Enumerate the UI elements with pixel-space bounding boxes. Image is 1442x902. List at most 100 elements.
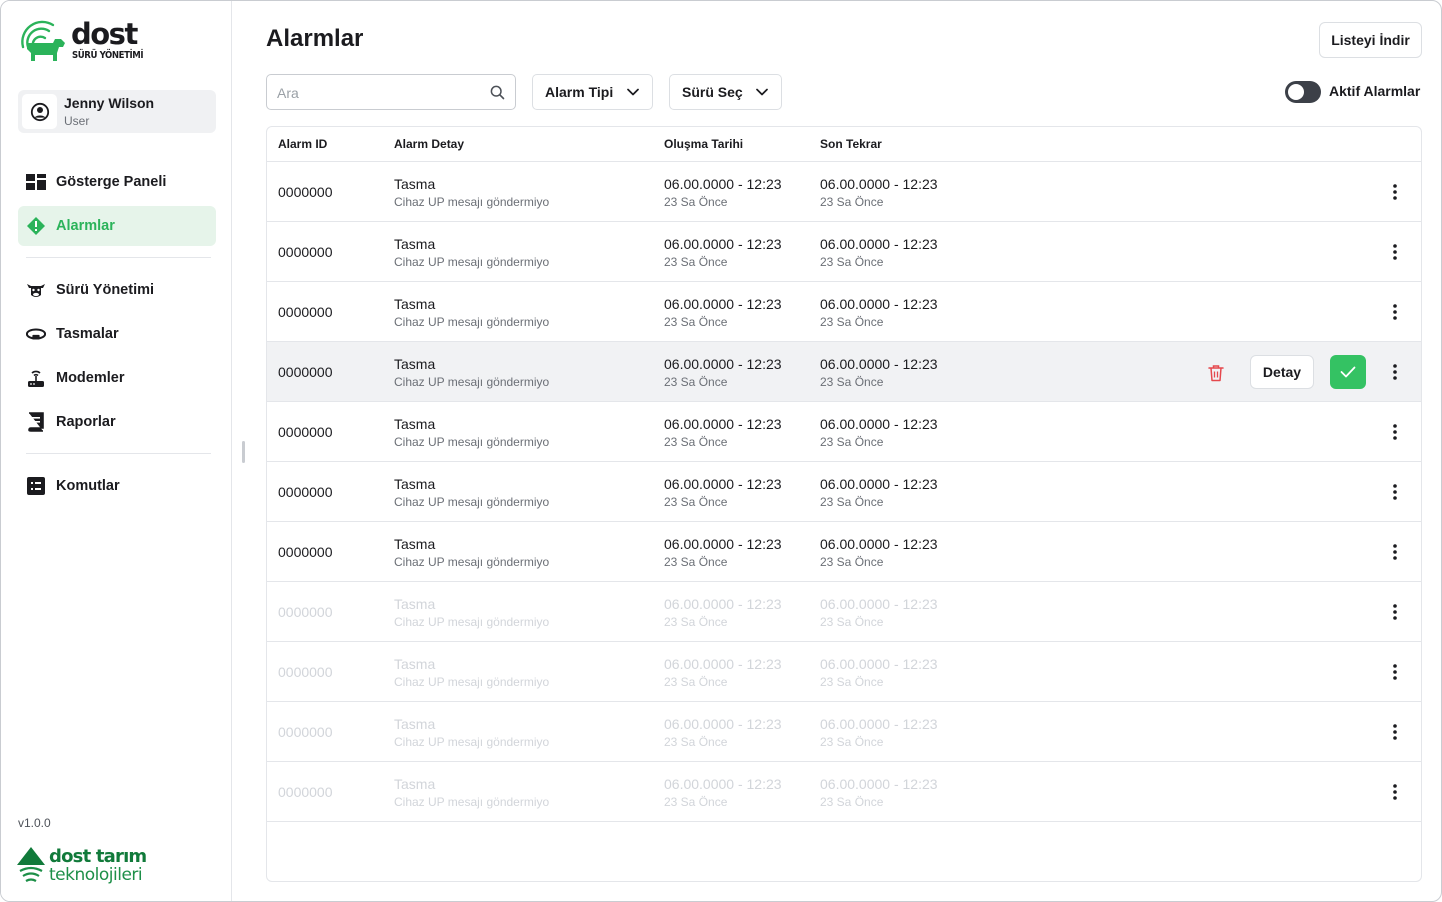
more-options-icon[interactable]: [1385, 182, 1405, 202]
alarm-title-cell: Tasma: [394, 176, 436, 192]
more-options-icon[interactable]: [1385, 482, 1405, 502]
alarm-id-cell: 0000000: [278, 184, 333, 200]
table-row[interactable]: 0000000 Tasma Cihaz UP mesajı göndermiyo 06…: [267, 762, 1421, 822]
nav-label-commands: Komutlar: [56, 478, 120, 494]
alarm-type-dropdown[interactable]: Alarm Tipi: [532, 74, 653, 110]
last-repeat-cell: 06.00.0000 - 12:23: [820, 416, 938, 432]
delete-trash-icon[interactable]: [1205, 362, 1227, 384]
created-ago-cell: 23 Sa Önce: [664, 795, 728, 809]
alarm-type-label: Alarm Tipi: [545, 84, 614, 100]
nav-item-reports[interactable]: Raporlar: [18, 402, 216, 442]
alarm-description-cell: Cihaz UP mesajı göndermiyo: [394, 555, 550, 569]
active-alarms-toggle-group: Aktif Alarmlar: [1285, 81, 1425, 103]
last-repeat-cell: 06.00.0000 - 12:23: [820, 776, 938, 792]
herd-select-dropdown[interactable]: Sürü Seç: [669, 74, 782, 110]
active-alarms-toggle[interactable]: [1285, 81, 1321, 103]
alarm-title-cell: Tasma: [394, 776, 436, 792]
brand-line1: dost tarım: [49, 846, 147, 867]
table-row[interactable]: 0000000 Tasma Cihaz UP mesajı göndermiyo 06…: [267, 402, 1421, 462]
nav-item-dashboard[interactable]: Gösterge Paneli: [18, 162, 216, 202]
created-date-cell: 06.00.0000 - 12:23: [664, 296, 782, 312]
toggle-knob: [1288, 84, 1304, 100]
created-date-cell: 06.00.0000 - 12:23: [664, 656, 782, 672]
more-options-icon[interactable]: [1385, 242, 1405, 262]
app-version: v1.0.0: [18, 816, 51, 830]
more-options-icon[interactable]: [1385, 422, 1405, 442]
created-ago-cell: 23 Sa Önce: [664, 615, 728, 629]
user-avatar-icon: [22, 94, 57, 129]
search-input[interactable]: [277, 83, 477, 103]
last-repeat-ago-cell: 23 Sa Önce: [820, 615, 884, 629]
nav-item-alarms[interactable]: Alarmlar: [18, 206, 216, 246]
resolve-check-button[interactable]: [1330, 355, 1366, 389]
column-header-alarm-detail[interactable]: Alarm Detay: [394, 137, 464, 151]
more-options-icon[interactable]: [1385, 542, 1405, 562]
cow-logo-icon: [21, 20, 65, 61]
table-row[interactable]: 0000000 Tasma Cihaz UP mesajı göndermiyo 06…: [267, 342, 1421, 402]
alarm-title-cell: Tasma: [394, 596, 436, 612]
sidebar-resize-handle[interactable]: [242, 441, 245, 463]
nav-label-modems: Modemler: [56, 370, 125, 386]
alarm-description-cell: Cihaz UP mesajı göndermiyo: [394, 315, 550, 329]
table-row[interactable]: 0000000 Tasma Cihaz UP mesajı göndermiyo 06…: [267, 582, 1421, 642]
table-header: Alarm ID Alarm Detay Oluşma Tarihi Son T…: [267, 127, 1421, 162]
page-title: Alarmlar: [266, 25, 364, 52]
alarm-description-cell: Cihaz UP mesajı göndermiyo: [394, 495, 550, 509]
table-row[interactable]: 0000000 Tasma Cihaz UP mesajı göndermiyo 06…: [267, 522, 1421, 582]
created-ago-cell: 23 Sa Önce: [664, 255, 728, 269]
alarm-diamond-icon: [26, 216, 46, 236]
column-header-alarm-id[interactable]: Alarm ID: [278, 137, 327, 151]
collar-icon: [26, 324, 46, 344]
table-row[interactable]: 0000000 Tasma Cihaz UP mesajı göndermiyo 06…: [267, 702, 1421, 762]
alarm-title-cell: Tasma: [394, 536, 436, 552]
column-header-created-date[interactable]: Oluşma Tarihi: [664, 137, 743, 151]
more-options-icon[interactable]: [1385, 362, 1405, 382]
table-row[interactable]: 0000000 Tasma Cihaz UP mesajı göndermiyo 06…: [267, 282, 1421, 342]
nav-item-modems[interactable]: Modemler: [18, 358, 216, 398]
table-row[interactable]: 0000000 Tasma Cihaz UP mesajı göndermiyo 06…: [267, 642, 1421, 702]
more-options-icon[interactable]: [1385, 782, 1405, 802]
created-ago-cell: 23 Sa Önce: [664, 435, 728, 449]
cow-head-icon: [26, 280, 46, 300]
created-ago-cell: 23 Sa Önce: [664, 315, 728, 329]
alarm-title-cell: Tasma: [394, 416, 436, 432]
report-book-icon: [26, 412, 46, 432]
user-name: Jenny Wilson: [64, 95, 155, 111]
column-header-last-repeat[interactable]: Son Tekrar: [820, 137, 882, 151]
herd-select-label: Sürü Seç: [682, 84, 743, 100]
check-icon: [1340, 366, 1356, 378]
user-card[interactable]: Jenny Wilson User: [18, 90, 216, 133]
created-date-cell: 06.00.0000 - 12:23: [664, 776, 782, 792]
nav-item-commands[interactable]: Komutlar: [18, 466, 216, 506]
nav-label-collars: Tasmalar: [56, 326, 119, 342]
created-date-cell: 06.00.0000 - 12:23: [664, 476, 782, 492]
last-repeat-cell: 06.00.0000 - 12:23: [820, 716, 938, 732]
nav-label-alarms: Alarmlar: [56, 218, 115, 234]
nav-item-herd[interactable]: Sürü Yönetimi: [18, 270, 216, 310]
alarm-title-cell: Tasma: [394, 356, 436, 372]
search-icon[interactable]: [490, 85, 505, 105]
table-row[interactable]: 0000000 Tasma Cihaz UP mesajı göndermiyo 06…: [267, 222, 1421, 282]
alarm-description-cell: Cihaz UP mesajı göndermiyo: [394, 795, 550, 809]
alarm-id-cell: 0000000: [278, 364, 333, 380]
app-window: dost SÜRÜ YÖNETİMİ Jenny Wilson User Gös…: [0, 0, 1442, 902]
chevron-down-icon: [755, 85, 769, 102]
sidebar: dost SÜRÜ YÖNETİMİ Jenny Wilson User Gös…: [1, 1, 232, 901]
download-list-button[interactable]: Listeyi İndir: [1319, 22, 1422, 58]
logo-subtitle: SÜRÜ YÖNETİMİ: [72, 50, 144, 61]
more-options-icon[interactable]: [1385, 662, 1405, 682]
more-options-icon[interactable]: [1385, 722, 1405, 742]
created-date-cell: 06.00.0000 - 12:23: [664, 356, 782, 372]
active-alarms-label: Aktif Alarmlar: [1329, 83, 1421, 99]
detail-button[interactable]: Detay: [1250, 355, 1314, 389]
table-row[interactable]: 0000000 Tasma Cihaz UP mesajı göndermiyo 06…: [267, 162, 1421, 222]
alarm-description-cell: Cihaz UP mesajı göndermiyo: [394, 735, 550, 749]
more-options-icon[interactable]: [1385, 602, 1405, 622]
app-logo[interactable]: dost SÜRÜ YÖNETİMİ: [17, 17, 147, 65]
created-ago-cell: 23 Sa Önce: [664, 195, 728, 209]
nav-item-collars[interactable]: Tasmalar: [18, 314, 216, 354]
more-options-icon[interactable]: [1385, 302, 1405, 322]
alarm-id-cell: 0000000: [278, 424, 333, 440]
table-row[interactable]: 0000000 Tasma Cihaz UP mesajı göndermiyo 06…: [267, 462, 1421, 522]
created-ago-cell: 23 Sa Önce: [664, 495, 728, 509]
